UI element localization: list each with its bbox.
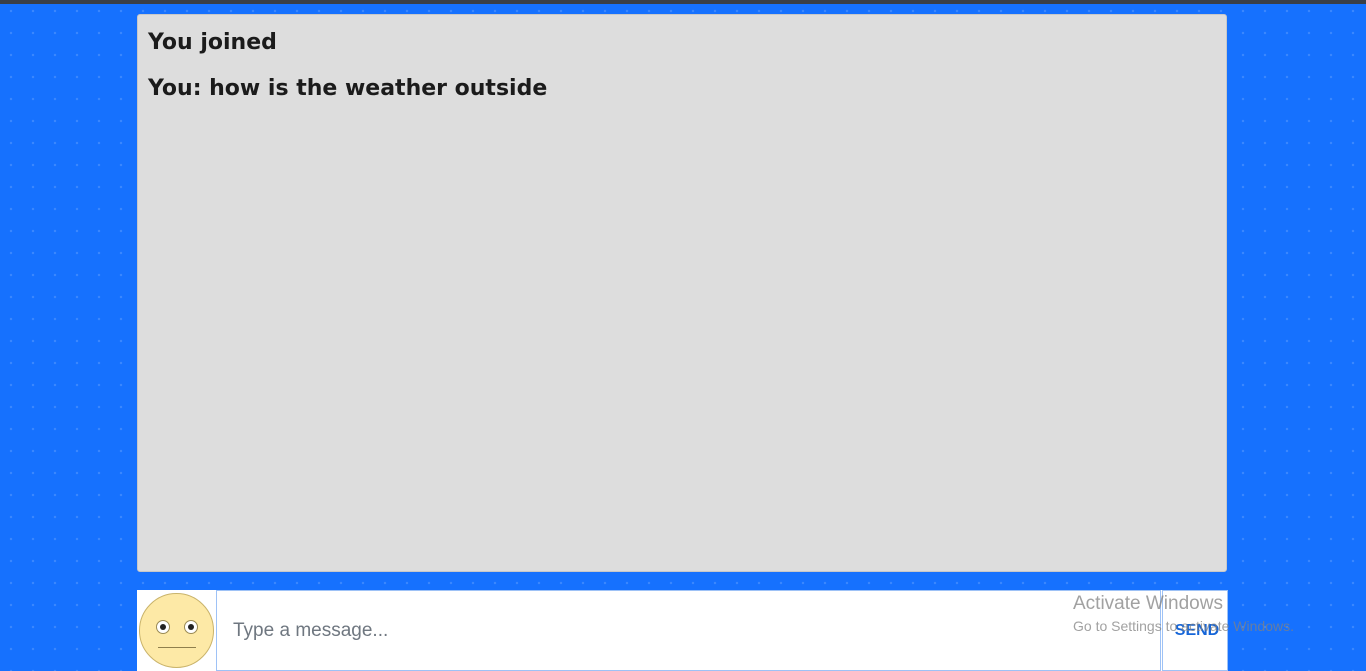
chat-log: You joined You: how is the weather outsi… — [137, 14, 1227, 572]
avatar-left-eye — [156, 620, 170, 634]
message-composer: SEND — [137, 590, 1228, 671]
avatar-right-eye — [184, 620, 198, 634]
avatar-right-pupil — [188, 624, 194, 630]
neutral-face-icon — [139, 593, 214, 668]
chat-message: You joined — [148, 30, 277, 55]
window-top-strip — [0, 0, 1366, 4]
send-button[interactable]: SEND — [1162, 590, 1228, 671]
avatar-mouth — [158, 647, 196, 648]
message-input[interactable] — [216, 590, 1161, 671]
avatar-left-pupil — [160, 624, 166, 630]
chat-message: You: how is the weather outside — [148, 76, 548, 101]
